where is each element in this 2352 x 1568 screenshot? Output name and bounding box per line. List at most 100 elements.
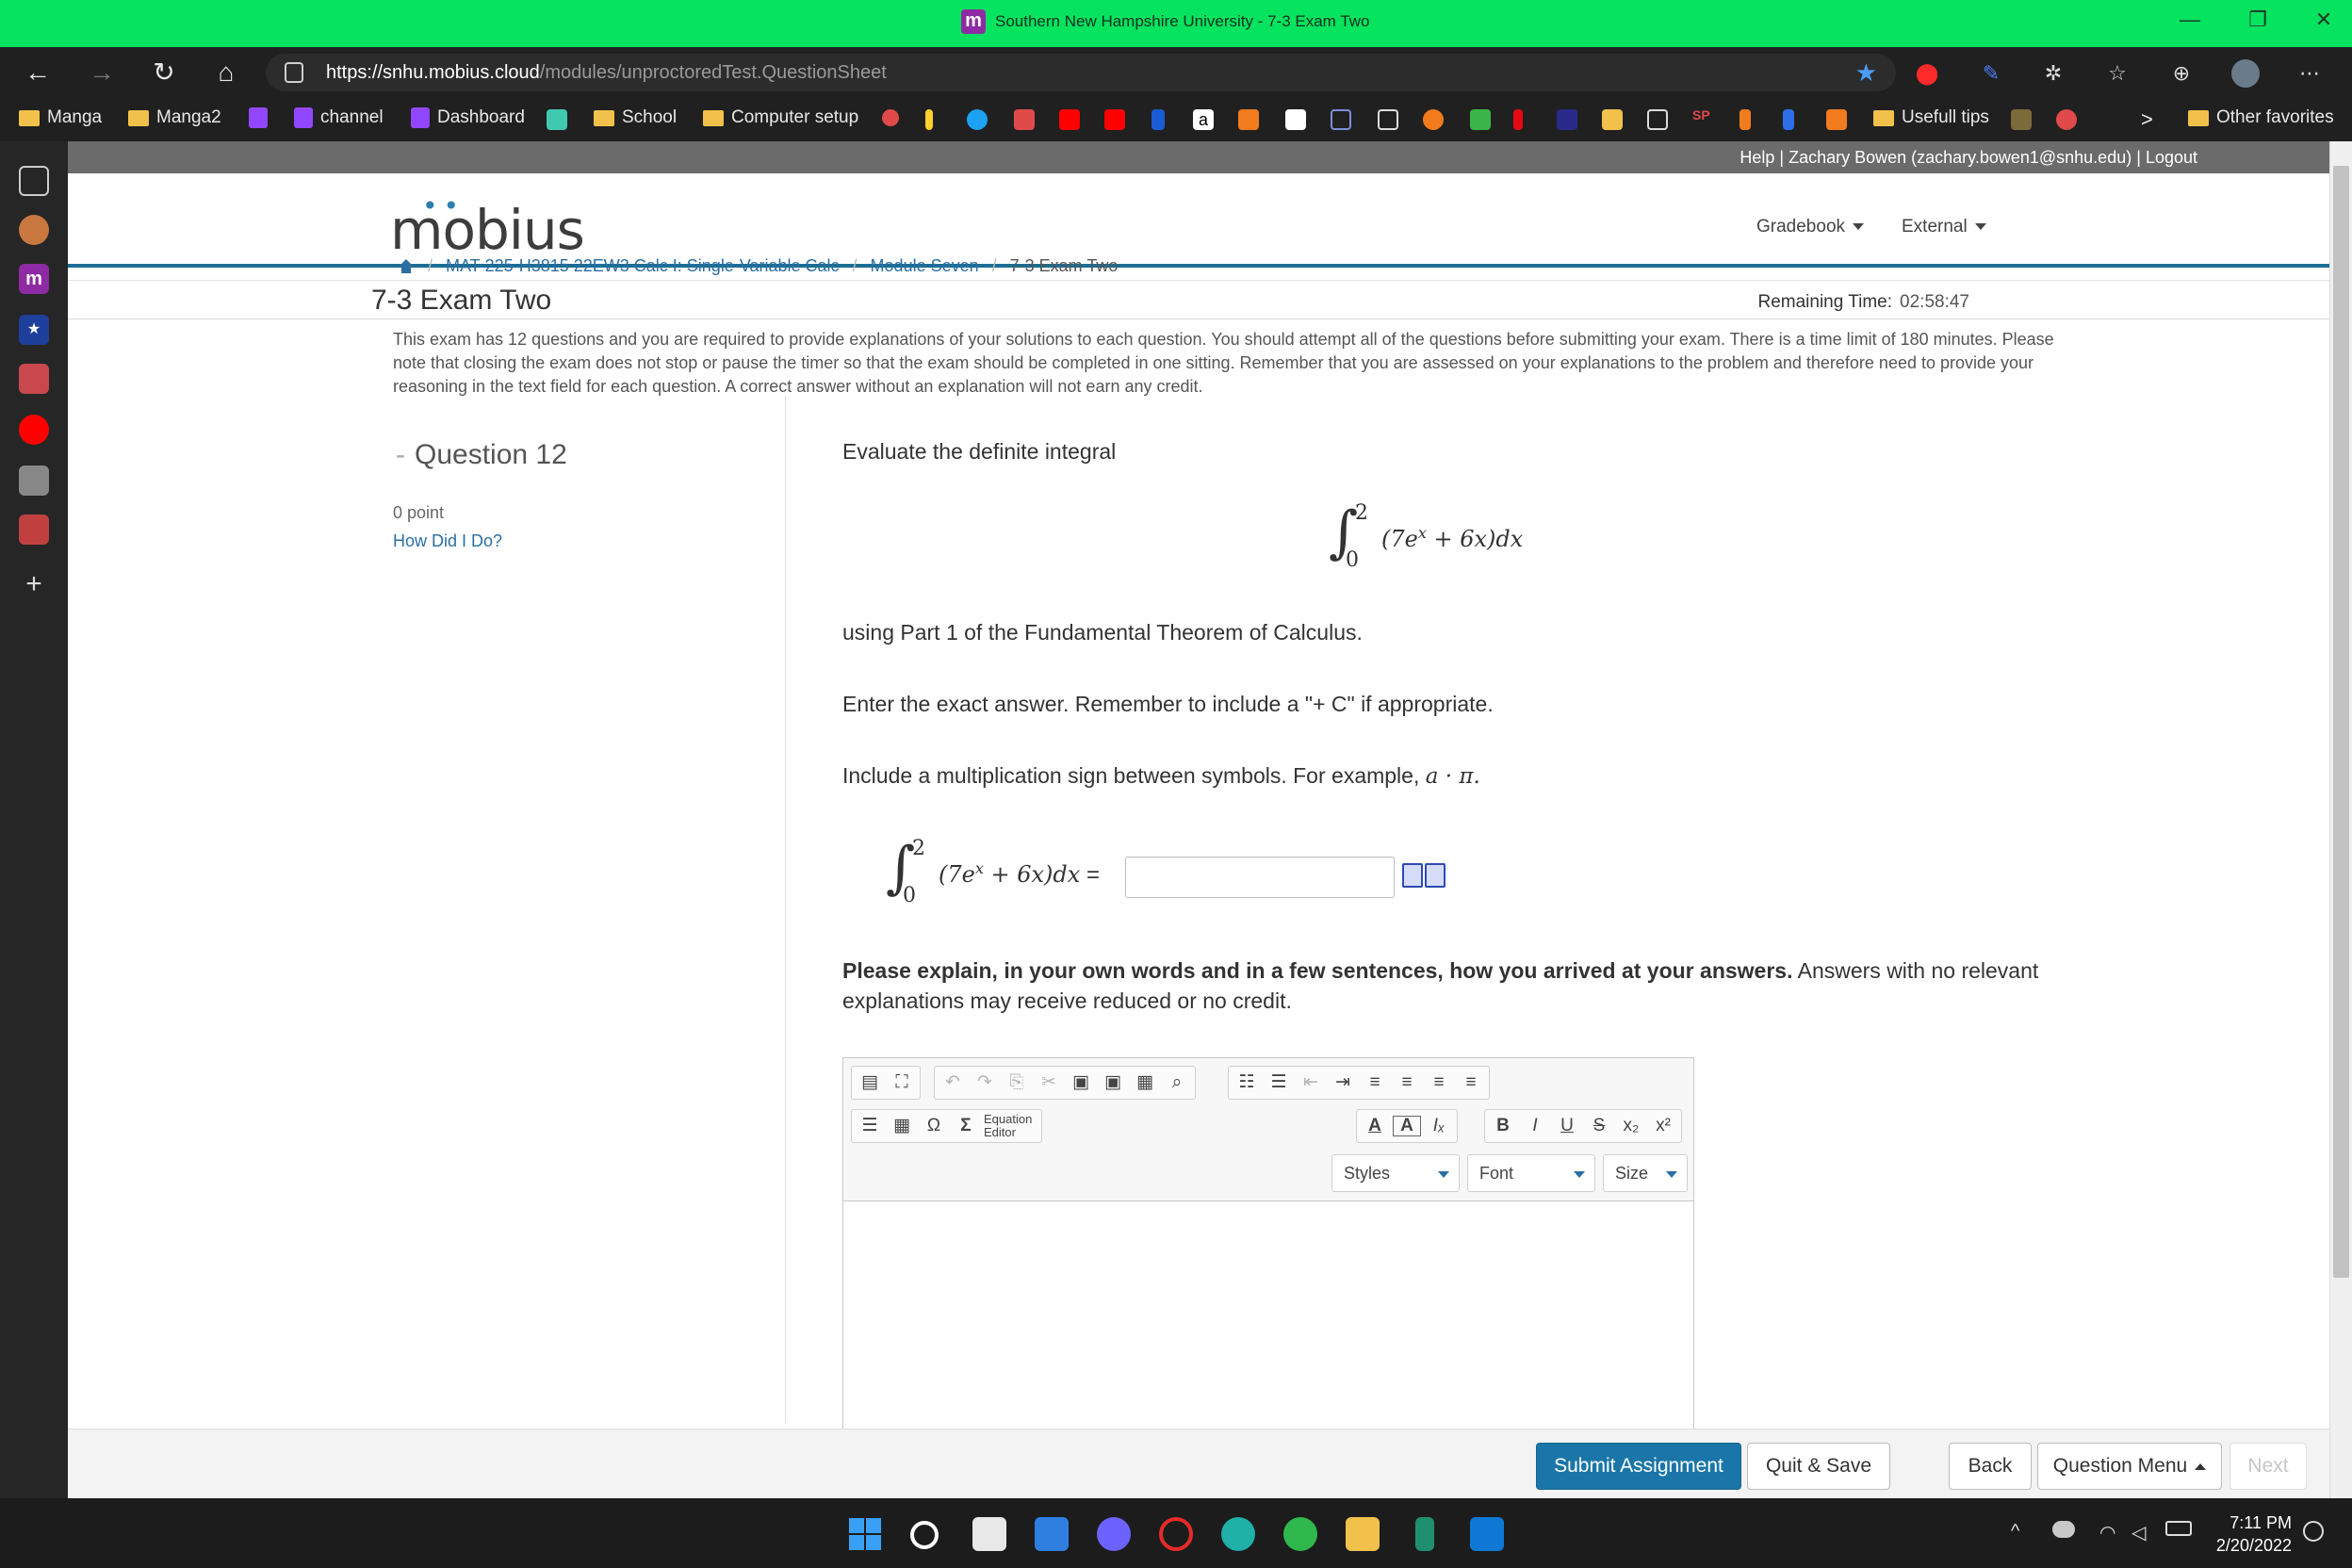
breadcrumb-module-link[interactable]: Module Seven — [871, 256, 979, 276]
forward-arrow-icon[interactable]: → — [85, 57, 119, 90]
page-scrollbar[interactable] — [2329, 141, 2352, 1498]
quit-save-button[interactable]: Quit & Save — [1747, 1443, 1890, 1490]
table-icon[interactable]: ▦ — [888, 1112, 916, 1140]
refresh-icon[interactable]: ↻ — [147, 57, 181, 90]
italic-icon[interactable]: I — [1521, 1112, 1549, 1140]
file-explorer-icon[interactable] — [1346, 1517, 1380, 1551]
source-icon[interactable]: ▤ — [856, 1069, 884, 1097]
address-bar[interactable]: https://snhu.mobius.cloud/modules/unproc… — [266, 54, 1896, 91]
url-text[interactable]: https://snhu.mobius.cloud/modules/unproc… — [326, 62, 887, 84]
tray-chevron-icon[interactable]: ^ — [2011, 1521, 2019, 1543]
strikethrough-icon[interactable]: S — [1585, 1112, 1613, 1140]
numbered-list-icon[interactable]: ☷ — [1233, 1069, 1261, 1097]
fox-bookmark-icon[interactable] — [1826, 109, 1847, 130]
logout-link[interactable]: Logout — [2146, 148, 2197, 167]
background-color-icon[interactable]: A — [1393, 1116, 1421, 1136]
superscript-icon[interactable]: x² — [1649, 1112, 1677, 1140]
justify-icon[interactable]: ≡ — [1457, 1069, 1485, 1097]
c-red-bookmark-icon[interactable] — [2056, 109, 2077, 130]
align-left-icon[interactable]: ≡ — [1361, 1069, 1389, 1097]
page-icon[interactable] — [1378, 109, 1398, 130]
collapse-dash-icon[interactable]: - — [396, 439, 405, 470]
collections-icon[interactable]: ⊕ — [2167, 59, 2196, 88]
undo-icon[interactable]: ↶ — [939, 1069, 967, 1097]
subscript-icon[interactable]: x₂ — [1617, 1112, 1645, 1140]
notifications-icon[interactable] — [2303, 1521, 2324, 1542]
redo-icon[interactable]: ↷ — [971, 1069, 999, 1097]
edge-icon[interactable] — [1221, 1517, 1255, 1551]
question-menu-button[interactable]: Question Menu — [2037, 1443, 2222, 1490]
maximize-icon[interactable]: ⛶ — [888, 1069, 916, 1097]
tab-layers-icon[interactable] — [19, 364, 49, 394]
equation-editor-button[interactable]: Equation Editor — [984, 1113, 1037, 1139]
editor-text-area[interactable] — [843, 1202, 1693, 1452]
clear-format-icon[interactable]: Iₓ — [1425, 1112, 1453, 1140]
bookmark-channel[interactable]: channel — [294, 107, 384, 128]
paypal-icon[interactable] — [1152, 109, 1165, 130]
preview-icon[interactable] — [1402, 863, 1423, 888]
red-bookmark-icon[interactable] — [882, 109, 899, 126]
orange-bookmark-icon[interactable] — [1740, 109, 1751, 130]
more-bookmarks-chevron-icon[interactable]: > — [2141, 107, 2153, 132]
red-app-icon[interactable] — [1014, 109, 1035, 130]
sp-bookmark-icon[interactable]: SP — [1692, 107, 1710, 122]
pencil-bookmark-icon[interactable] — [925, 109, 933, 130]
vscode-icon[interactable] — [1470, 1517, 1504, 1551]
battery-icon[interactable] — [2165, 1521, 2192, 1536]
bookmark-school[interactable]: School — [594, 107, 677, 128]
minimize-button[interactable]: — — [2171, 8, 2209, 32]
more-menu-icon[interactable]: ⋯ — [2295, 59, 2324, 88]
u-app-icon[interactable] — [1331, 109, 1351, 130]
task-view-icon[interactable] — [972, 1517, 1006, 1551]
submit-assignment-button[interactable]: Submit Assignment — [1536, 1443, 1741, 1490]
bookmark-other-favorites[interactable]: Other favorites — [2188, 107, 2334, 128]
horizontal-rule-icon[interactable]: ☰ — [856, 1112, 884, 1140]
volume-icon[interactable]: ◁ — [2132, 1521, 2146, 1544]
bold-icon[interactable]: B — [1489, 1112, 1517, 1140]
next-button[interactable]: Next — [2230, 1443, 2307, 1490]
help-link[interactable]: Help — [1740, 148, 1774, 167]
how-did-i-do-link[interactable]: How Did I Do? — [393, 531, 502, 551]
align-right-icon[interactable]: ≡ — [1425, 1069, 1453, 1097]
white-app-icon[interactable] — [1285, 109, 1306, 130]
equation-sigma-icon[interactable]: Σ — [952, 1112, 980, 1140]
paste-text-icon[interactable]: ▣ — [1099, 1069, 1127, 1097]
favorite-star-icon[interactable]: ★ — [1855, 58, 1877, 88]
system-clock[interactable]: 7:11 PM 2/20/2022 — [2216, 1511, 2292, 1557]
paste-icon[interactable]: ▣ — [1067, 1069, 1095, 1097]
home-icon[interactable] — [398, 258, 415, 274]
entry-help-icon[interactable] — [1425, 863, 1446, 888]
onedrive-icon[interactable] — [2052, 1521, 2075, 1538]
search-icon[interactable] — [910, 1521, 939, 1549]
green-app-icon[interactable] — [1470, 109, 1491, 130]
bulleted-list-icon[interactable]: ☰ — [1265, 1069, 1293, 1097]
bookmark-usefull-tips[interactable]: Usefull tips — [1873, 107, 1989, 128]
app-green-bar-icon[interactable] — [1415, 1517, 1434, 1551]
extensions-puzzle-icon[interactable]: ✲ — [2039, 59, 2067, 88]
underline-icon[interactable]: U — [1553, 1112, 1581, 1140]
styles-dropdown[interactable]: Styles — [1331, 1154, 1460, 1192]
netflix-icon[interactable] — [1513, 109, 1523, 130]
tab-youtube-icon[interactable] — [19, 415, 49, 445]
pen-extension-icon[interactable]: ✎ — [1977, 59, 2005, 88]
copy-icon[interactable]: ⎘ — [1003, 1069, 1031, 1097]
breadcrumb-course-link[interactable]: MAT-225-H3815 22EW3 Calc I: Single-Varia… — [446, 256, 840, 276]
new-tab-plus-icon[interactable]: + — [19, 569, 49, 599]
profile-avatar-icon[interactable] — [2231, 59, 2260, 88]
app-bookmark-icon[interactable] — [547, 109, 567, 130]
bookmark-manga[interactable]: Manga — [19, 107, 102, 128]
bookmark-dashboard[interactable]: Dashboard — [411, 107, 525, 128]
tab-pdf-icon[interactable] — [19, 514, 49, 545]
bookmark-manga2[interactable]: Manga2 — [128, 107, 221, 128]
text-color-icon[interactable]: A — [1361, 1112, 1389, 1140]
opera-icon[interactable] — [1159, 1517, 1193, 1551]
bookmark-twitch[interactable] — [249, 107, 268, 128]
youtube-icon[interactable] — [1059, 109, 1080, 130]
blue-bookmark-icon[interactable] — [1783, 109, 1794, 130]
home-icon[interactable]: ⌂ — [209, 57, 243, 90]
tab-mobius-icon[interactable]: m — [19, 264, 49, 294]
close-window-button[interactable]: ✕ — [2305, 8, 2343, 32]
youtube-icon-2[interactable] — [1104, 109, 1125, 130]
find-icon[interactable]: ⌕ — [1163, 1069, 1191, 1097]
special-char-omega-icon[interactable]: Ω — [920, 1112, 948, 1140]
